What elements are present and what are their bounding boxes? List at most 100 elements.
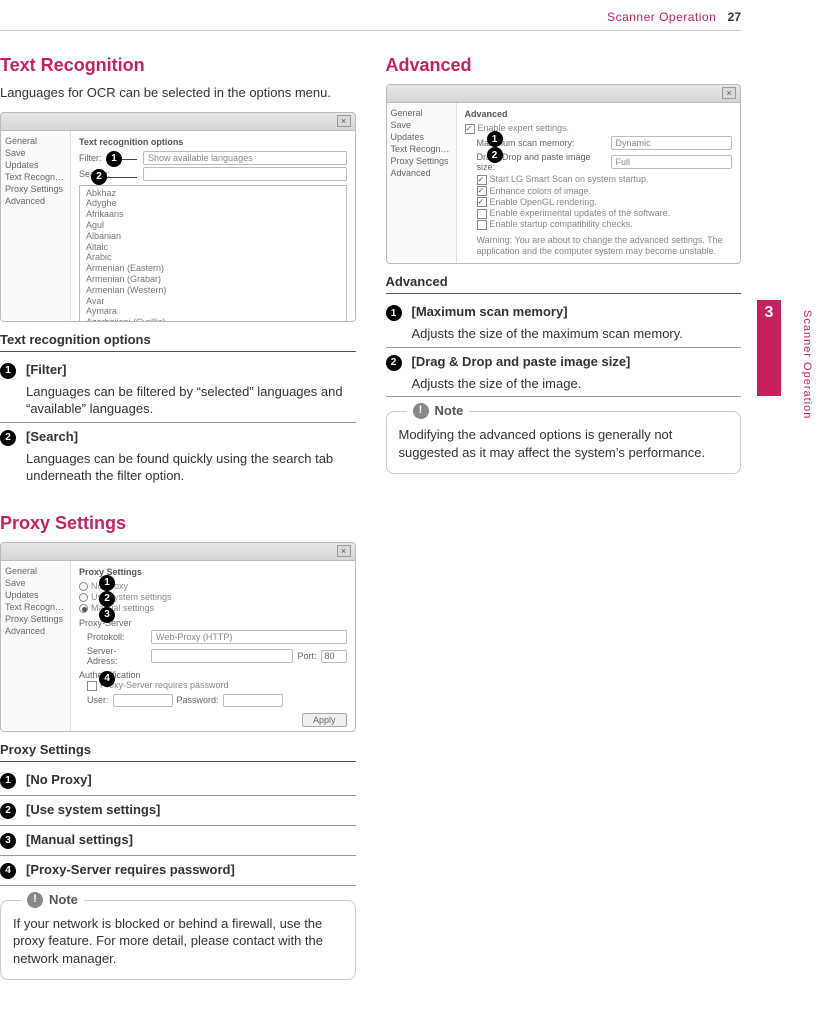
sidebar-item: General bbox=[3, 565, 68, 577]
adv-warning: Warning: You are about to change the adv… bbox=[477, 235, 733, 258]
header-section: Scanner Operation bbox=[607, 10, 716, 24]
left-column: Text Recognition Languages for OCR can b… bbox=[0, 55, 356, 1011]
radio-icon bbox=[79, 593, 88, 602]
bullet-2: 2 bbox=[386, 355, 402, 371]
proxy-server-title: Proxy-Server bbox=[79, 618, 347, 628]
sidebar-item: Text Recognition bbox=[3, 601, 68, 613]
text-recognition-title: Text Recognition bbox=[0, 55, 356, 76]
advanced-note-text: Modifying the advanced options is genera… bbox=[399, 427, 706, 460]
bullet-1: 1 bbox=[386, 305, 402, 321]
list-item: Afrikaans bbox=[86, 209, 340, 220]
sidebar-item: Save bbox=[3, 577, 68, 589]
header-page-number: 27 bbox=[728, 10, 741, 24]
definition-row: 1 [No Proxy] bbox=[0, 768, 356, 793]
chapter-tab-label: Scanner Operation bbox=[801, 310, 813, 419]
screenshot-sidebar: General Save Updates Text Recognition Pr… bbox=[1, 131, 71, 322]
callout-4: 4 bbox=[99, 671, 115, 687]
rule bbox=[386, 293, 742, 294]
proxy-item-3: [Manual settings] bbox=[26, 832, 356, 847]
checkbox-icon bbox=[87, 681, 97, 691]
callout-line bbox=[122, 159, 137, 160]
sidebar-item: Proxy Settings bbox=[389, 155, 454, 167]
list-item: Arabic bbox=[86, 252, 340, 263]
sidebar-item: Advanced bbox=[3, 195, 68, 207]
sidebar-item: Updates bbox=[389, 131, 454, 143]
callout-line bbox=[107, 177, 137, 178]
adv-item-2-desc: Adjusts the size of the image. bbox=[412, 375, 742, 393]
chapter-number: 3 bbox=[757, 300, 781, 322]
radio-icon bbox=[79, 604, 88, 613]
note-word: Note bbox=[49, 891, 78, 909]
checkbox-icon bbox=[477, 220, 487, 230]
proxy-item-4: [Proxy-Server requires password] bbox=[26, 862, 356, 877]
screenshot-panel-title: Advanced bbox=[465, 109, 733, 119]
checkbox-icon bbox=[477, 197, 487, 207]
apply-button: Apply bbox=[302, 713, 347, 727]
callout-1: 1 bbox=[106, 151, 122, 167]
note-icon: ! bbox=[413, 403, 429, 419]
text-recognition-screenshot: × General Save Updates Text Recognition … bbox=[0, 112, 356, 322]
list-item: Azerbaijani (Cyrillic) bbox=[86, 317, 340, 321]
list-item: Agul bbox=[86, 220, 340, 231]
rule bbox=[0, 825, 356, 826]
proxy-item-1: [No Proxy] bbox=[26, 772, 356, 787]
list-item: Altaic bbox=[86, 242, 340, 253]
text-recognition-subheading: Text recognition options bbox=[0, 332, 356, 347]
definition-row: 2 [Drag & Drop and paste image size] bbox=[386, 350, 742, 375]
filter-item-label: [Filter] bbox=[26, 362, 66, 377]
proxy-title: Proxy Settings bbox=[0, 513, 356, 534]
proxy-item-2: [Use system settings] bbox=[26, 802, 356, 817]
sidebar-item: Save bbox=[389, 119, 454, 131]
rule bbox=[0, 761, 356, 762]
checkbox-icon bbox=[465, 124, 475, 134]
sidebar-item: Advanced bbox=[389, 167, 454, 179]
note-label: ! Note bbox=[407, 402, 470, 420]
sidebar-item: General bbox=[389, 107, 454, 119]
text-recognition-intro: Languages for OCR can be selected in the… bbox=[0, 84, 356, 102]
note-label: ! Note bbox=[21, 891, 84, 909]
definition-row: 1 [Filter] bbox=[0, 358, 356, 383]
protokoll-dropdown: Web-Proxy (HTTP) bbox=[151, 630, 347, 644]
bullet-1: 1 bbox=[0, 773, 16, 789]
rule bbox=[0, 795, 356, 796]
maxmem-dropdown: Dynamic bbox=[611, 136, 733, 150]
sidebar-item: General bbox=[3, 135, 68, 147]
definition-row: 3[Manual settings] bbox=[0, 828, 356, 853]
screenshot-sidebar: General Save Updates Text Recognition Pr… bbox=[387, 103, 457, 263]
callout-1: 1 bbox=[487, 131, 503, 147]
checkbox-icon bbox=[477, 209, 487, 219]
close-icon: × bbox=[337, 545, 351, 557]
rule bbox=[0, 351, 356, 352]
server-field bbox=[151, 649, 293, 663]
callout-2: 2 bbox=[91, 169, 107, 185]
search-field bbox=[143, 167, 347, 181]
auth-title: Authentification bbox=[79, 670, 347, 680]
adv-check-2: Enable OpenGL rendering. bbox=[490, 197, 597, 207]
note-word: Note bbox=[435, 402, 464, 420]
advanced-subheading: Advanced bbox=[386, 274, 742, 289]
list-item: Armenian (Western) bbox=[86, 285, 340, 296]
sidebar-item: Save bbox=[3, 147, 68, 159]
sidebar-item: Proxy Settings bbox=[3, 613, 68, 625]
rule bbox=[0, 422, 356, 423]
user-label: User: bbox=[87, 695, 109, 705]
sidebar-item: Advanced bbox=[3, 625, 68, 637]
user-field bbox=[113, 694, 173, 707]
close-icon: × bbox=[722, 87, 736, 99]
checkbox-icon bbox=[477, 175, 487, 185]
window-titlebar: × bbox=[387, 85, 741, 103]
header-rule bbox=[0, 30, 741, 31]
bullet-2: 2 bbox=[0, 803, 16, 819]
definition-row: 1 [Maximum scan memory] bbox=[386, 300, 742, 325]
content-columns: Text Recognition Languages for OCR can b… bbox=[0, 55, 741, 1011]
advanced-note-box: ! Note Modifying the advanced options is… bbox=[386, 411, 742, 474]
page-header: Scanner Operation 27 bbox=[607, 10, 741, 24]
proxy-screenshot: × General Save Updates Text Recognition … bbox=[0, 542, 356, 732]
list-item: Avar bbox=[86, 296, 340, 307]
filter-item-desc: Languages can be filtered by “selected” … bbox=[26, 383, 356, 418]
filter-dropdown: Show available languages bbox=[143, 151, 347, 165]
callout-1: 1 bbox=[99, 575, 115, 591]
callout-2: 2 bbox=[99, 591, 115, 607]
callout-2: 2 bbox=[487, 147, 503, 163]
bullet-1: 1 bbox=[0, 363, 16, 379]
